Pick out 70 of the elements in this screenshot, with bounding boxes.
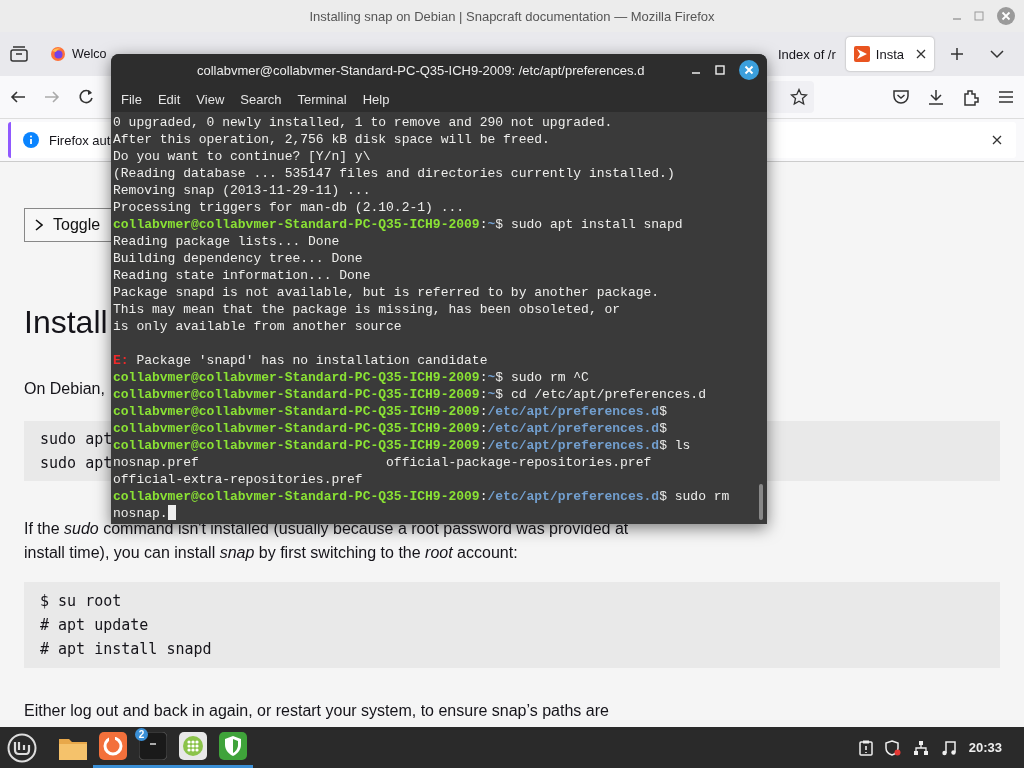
chevron-icon[interactable]	[990, 49, 1004, 59]
terminal-line: Reading package lists... Done	[113, 233, 340, 250]
clipboard-icon[interactable]	[858, 739, 873, 756]
browser-tab[interactable]: Insta	[845, 37, 934, 71]
terminal-line: collabvmer@collabvmer-Standard-PC-Q35-ICH9-2009:~$ sudo rm ^C	[113, 369, 589, 386]
window-title: Installing snap on Debian | Snapcraft documentation — Mozilla Firefox	[309, 8, 715, 24]
menu-item[interactable]: Search	[232, 92, 290, 107]
terminal-line: collabvmer@collabvmer-Standard-PC-Q35-ICH9-2009:/etc/apt/preferences.d$	[113, 420, 667, 437]
terminal-line: Processing triggers for man-db (2.10.2-1) ...	[113, 199, 465, 216]
terminal-line: is only available from another source	[113, 318, 402, 335]
close-button[interactable]	[739, 60, 759, 80]
arrow-icon	[853, 46, 870, 62]
close-icon[interactable]	[992, 135, 1002, 145]
terminal-line: collabvmer@collabvmer-Standard-PC-Q35-ICH9-2009:/etc/apt/preferences.d$ ls	[113, 437, 691, 454]
terminal-line: collabvmer@collabvmer-Standard-PC-Q35-ICH9-2009:~$ sudo apt install snapd	[113, 216, 683, 233]
paragraph: Either log out and back in again, or restart your system, to ensure snap’s paths are	[24, 701, 609, 721]
code-line: # apt update	[40, 615, 149, 636]
terminal-line: collabvmer@collabvmer-Standard-PC-Q35-ICH9-2009:/etc/apt/preferences.d$	[113, 403, 667, 420]
code-line: sudo apt	[40, 453, 113, 474]
terminal-line: E: Package 'snapd' has no installation candidate	[113, 352, 488, 369]
info-icon	[23, 132, 39, 148]
code-line: sudo apt	[40, 429, 113, 450]
terminal-line: (Reading database ... 535147 files and directories currently installed.)	[113, 165, 675, 182]
reload-icon[interactable]	[78, 89, 94, 105]
menu-item[interactable]: View	[188, 92, 233, 107]
browser-tab[interactable]: Index of /r	[770, 37, 844, 71]
page-heading: Install	[24, 303, 108, 342]
address-field[interactable]	[768, 81, 814, 113]
paragraph: On Debian,	[24, 379, 105, 399]
clock[interactable]: 20:33	[968, 740, 1002, 755]
terminal-line: collabvmer@collabvmer-Standard-PC-Q35-ICH9-2009:~$ cd /etc/apt/preferences.d	[113, 386, 706, 403]
terminal-title: collabvmer@collabvmer-Standard-PC-Q35-ICH9-2009: /etc/apt/preferences.d	[197, 63, 645, 78]
close-tab-icon[interactable]	[916, 49, 926, 59]
download-icon[interactable]	[928, 89, 944, 105]
menu-item[interactable]: Edit	[149, 92, 189, 107]
menu-icon[interactable]	[998, 90, 1014, 104]
pocket-icon[interactable]	[892, 89, 910, 105]
terminal-line: Removing snap (2013-11-29-11) ...	[113, 182, 371, 199]
notification-text: Firefox aut	[49, 132, 111, 148]
menu-item[interactable]: Terminal	[289, 92, 355, 107]
tab-list-icon[interactable]	[10, 46, 28, 62]
puzzle-icon[interactable]	[962, 88, 980, 106]
terminal-line: After this operation, 2,756 kB disk space will be freed.	[113, 131, 550, 148]
terminal-line: nosnap.	[113, 505, 176, 522]
fox-icon	[50, 46, 66, 62]
terminal-line: official-extra-repositories.pref	[113, 471, 363, 488]
terminal-line: Reading state information... Done	[113, 267, 371, 284]
star-icon[interactable]	[790, 88, 808, 106]
terminal-line: Building dependency tree... Done	[113, 250, 363, 267]
menu-logo-icon[interactable]	[7, 732, 37, 763]
terminal-line: This may mean that the package is missing, has been obsoleted, or	[113, 301, 621, 318]
code-line: $ su root	[40, 591, 122, 612]
menu-item[interactable]: File	[113, 92, 150, 107]
menu-item[interactable]: Help	[354, 92, 398, 107]
terminal-line: 0 upgraded, 0 newly installed, 1 to remove and 290 not upgraded.	[113, 114, 613, 131]
scrollbar[interactable]	[759, 484, 763, 520]
terminal-line: collabvmer@collabvmer-Standard-PC-Q35-ICH9-2009:/etc/apt/preferences.d$ sudo rm	[113, 488, 730, 505]
browser-tab[interactable]: Welco	[46, 37, 108, 71]
music-note-icon[interactable]	[940, 739, 957, 756]
code-line: # apt install snapd	[40, 639, 212, 660]
back-icon[interactable]	[10, 89, 26, 105]
toggle-button[interactable]: Toggle	[24, 208, 111, 242]
shield-icon[interactable]	[884, 739, 901, 756]
count-badge: 2	[135, 728, 148, 741]
terminal-line: nosnap.pref official-package-repositories.pref	[113, 454, 653, 471]
terminal-line: Package snapd is not available, but is referred to by another package.	[113, 284, 660, 301]
terminal-line: Do you want to continue? [Y/n] y\	[113, 148, 371, 165]
network-icon[interactable]	[912, 739, 929, 756]
new-tab-icon[interactable]	[950, 47, 964, 61]
chevron-icon	[35, 219, 43, 231]
